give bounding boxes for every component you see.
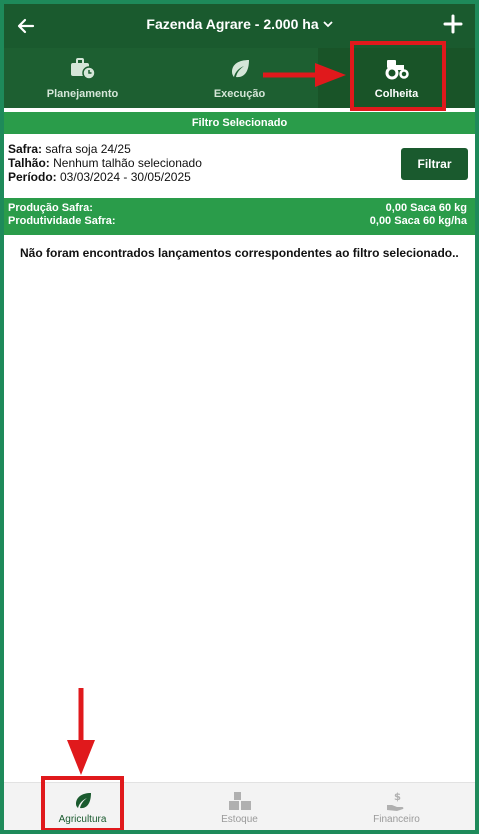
tab-label: Execução <box>213 88 266 100</box>
boxes-icon <box>228 792 251 810</box>
filter-button[interactable]: Filtrar <box>401 148 468 180</box>
page-title: Fazenda Agrare - 2.000 ha <box>146 16 319 32</box>
safra-label: Safra: <box>8 142 43 156</box>
app-screen: Fazenda Agrare - 2.000 ha Planejamento E… <box>4 4 475 830</box>
producao-label: Produção Safra: <box>8 202 93 214</box>
briefcase-clock-icon <box>70 58 96 80</box>
nav-label: Estoque <box>221 814 258 825</box>
talhao-value: Nenhum talhão selecionado <box>49 156 202 170</box>
nav-estoque[interactable]: Estoque <box>161 783 318 830</box>
producao-row: Produção Safra: 0,00 Saca 60 kg <box>8 202 467 216</box>
annotation-highlight-box <box>350 41 446 111</box>
tab-planejamento[interactable]: Planejamento <box>4 48 161 108</box>
svg-text:$: $ <box>394 792 401 803</box>
nav-financeiro[interactable]: $ Financeiro <box>318 783 475 830</box>
produtividade-row: Produtividade Safra: 0,00 Saca 60 kg/ha <box>8 215 467 229</box>
producao-value: 0,00 Saca 60 kg <box>385 202 467 214</box>
safra-line: Safra: safra soja 24/25 <box>8 142 131 156</box>
hand-dollar-icon: $ <box>386 792 403 811</box>
filter-header: Filtro Selecionado <box>4 112 475 134</box>
plus-icon <box>443 14 463 34</box>
annotation-arrow-down <box>67 688 95 775</box>
nav-label: Financeiro <box>373 814 420 825</box>
leaf-icon <box>231 60 249 78</box>
safra-value: safra soja 24/25 <box>42 142 131 156</box>
periodo-value: 03/03/2024 - 30/05/2025 <box>56 170 191 184</box>
periodo-label: Período: <box>8 170 57 184</box>
tab-label: Planejamento <box>46 88 119 100</box>
annotation-arrow-right <box>263 63 346 87</box>
empty-state-message: Não foram encontrados lançamentos corres… <box>20 246 459 260</box>
add-button[interactable] <box>439 10 467 38</box>
filter-panel: Safra: safra soja 24/25 Talhão: Nenhum t… <box>4 134 475 192</box>
chevron-down-icon <box>322 19 333 31</box>
talhao-label: Talhão: <box>8 156 50 170</box>
produtividade-value: 0,00 Saca 60 kg/ha <box>369 215 467 227</box>
produtividade-label: Produtividade Safra: <box>8 215 116 227</box>
farm-selector[interactable]: Fazenda Agrare - 2.000 ha <box>4 16 475 32</box>
periodo-line: Período: 03/03/2024 - 30/05/2025 <box>8 170 191 184</box>
summary-bar: Produção Safra: 0,00 Saca 60 kg Produtiv… <box>4 198 475 235</box>
talhao-line: Talhão: Nenhum talhão selecionado <box>8 156 202 170</box>
annotation-highlight-box <box>41 776 124 830</box>
